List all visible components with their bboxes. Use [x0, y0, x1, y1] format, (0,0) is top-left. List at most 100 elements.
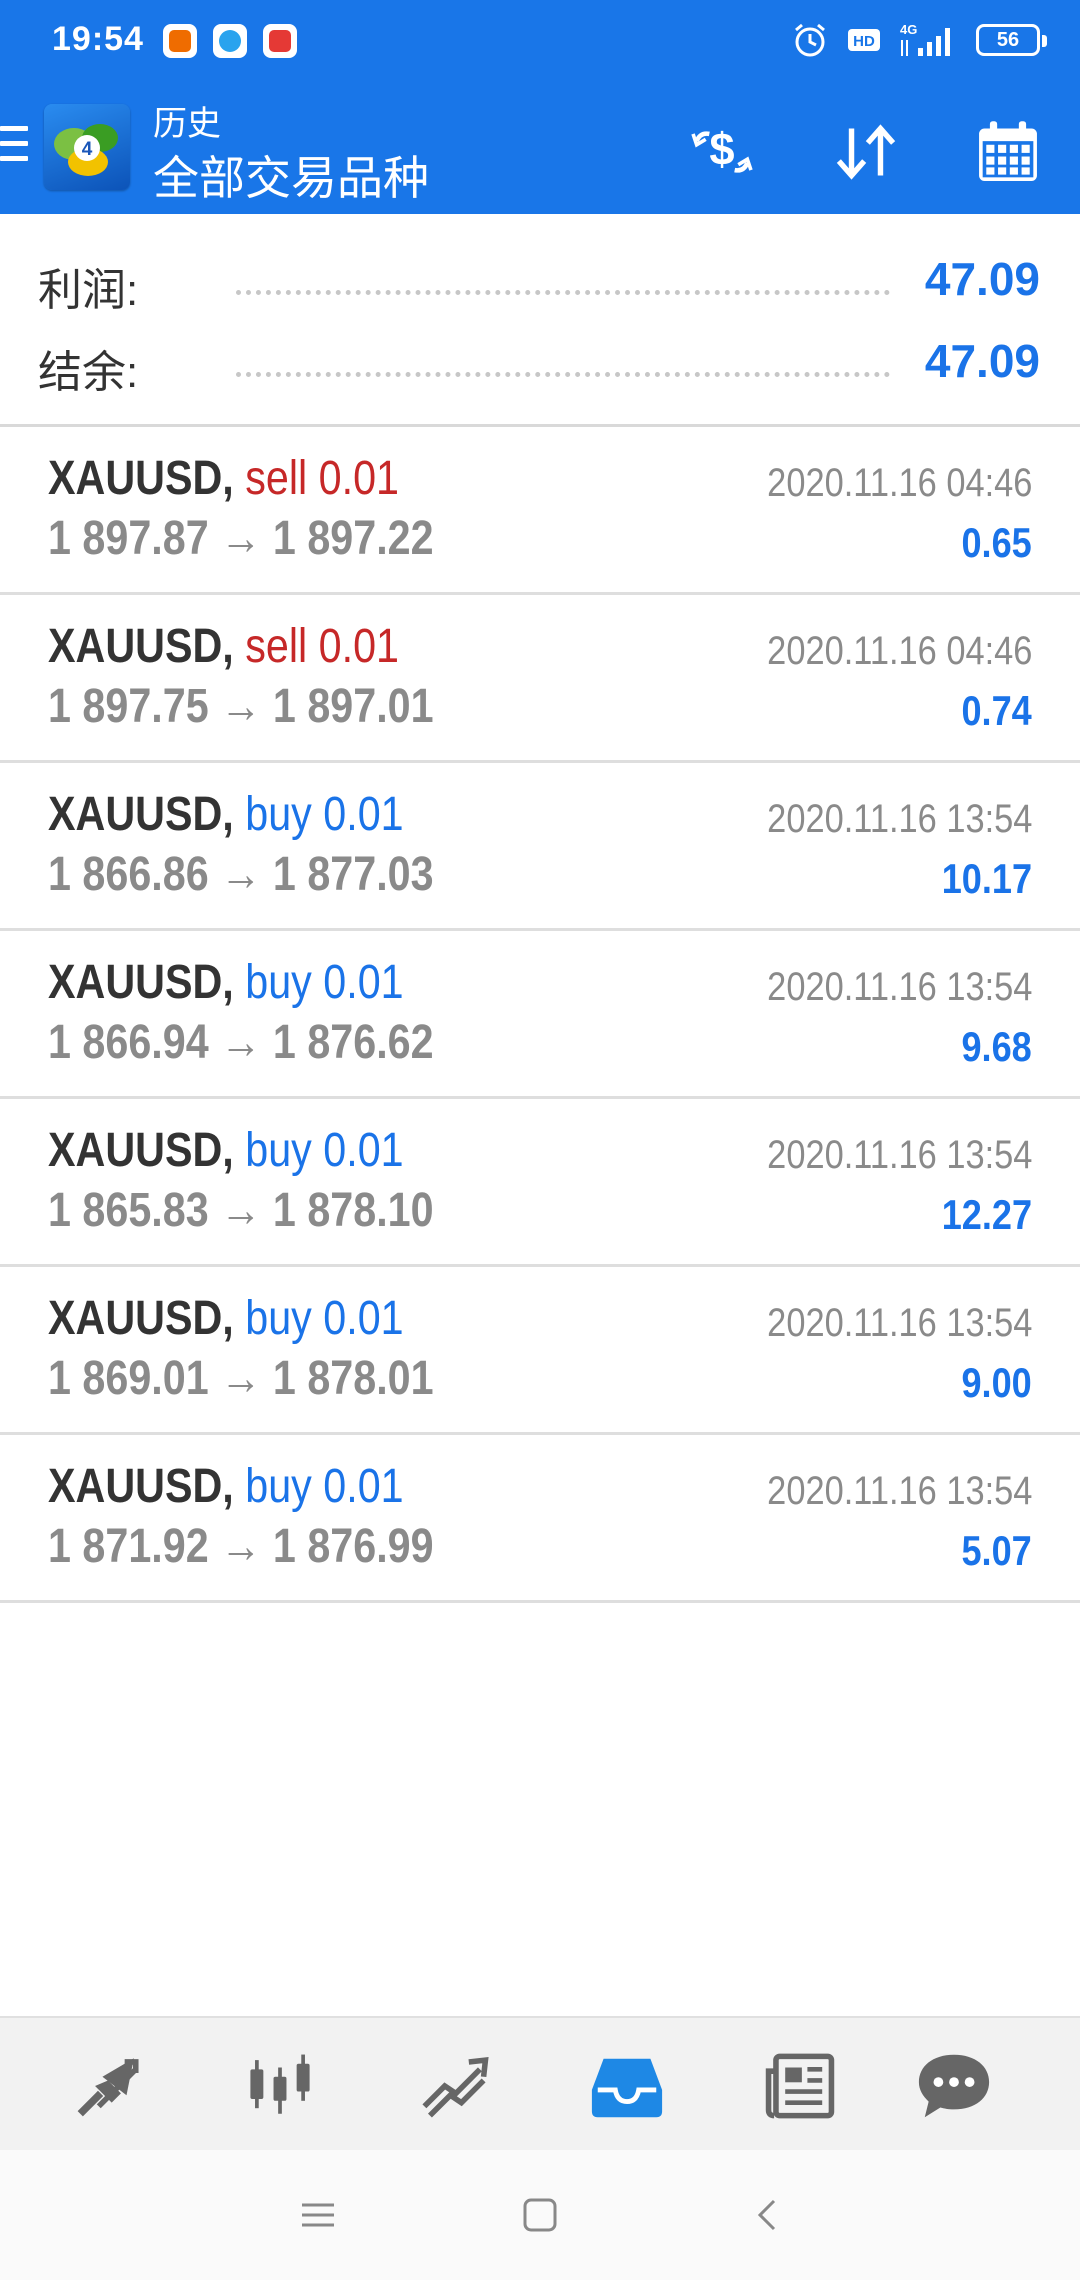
- trade-row[interactable]: XAUUSD, sell 0.01 1 897.75 → 1 897.01 20…: [0, 595, 1080, 763]
- status-bar: 19:54 HD 4G 56: [0, 0, 1080, 88]
- trade-side-volume: buy 0.01: [245, 1124, 404, 1177]
- trade-symbol: XAUUSD, sell 0.01: [48, 451, 399, 506]
- currency-icon[interactable]: $: [680, 110, 764, 194]
- close-price: 1 878.10: [272, 1184, 434, 1237]
- open-price: 1 869.01: [48, 1352, 209, 1405]
- 4g-signal-icon: 4G: [900, 22, 950, 56]
- trade-time: 2020.11.16 13:54: [766, 1469, 1032, 1513]
- symbol-text: XAUUSD,: [48, 956, 234, 1009]
- open-price: 1 897.75: [48, 680, 209, 733]
- trade-profit: 9.00: [961, 1359, 1032, 1406]
- arrow-icon: →: [220, 680, 262, 733]
- open-price: 1 871.92: [48, 1520, 209, 1573]
- trade-symbol: XAUUSD, buy 0.01: [48, 1291, 404, 1346]
- screen-title: 历史: [153, 105, 221, 143]
- summary-panel: 利润: 47.09 结余: 47.09: [0, 214, 1080, 426]
- back-icon[interactable]: [748, 2195, 788, 2235]
- trade-time: 2020.11.16 04:46: [766, 461, 1032, 505]
- trade-time: 2020.11.16 13:54: [766, 797, 1032, 841]
- trade-prices: 1 865.83 → 1 878.10: [48, 1183, 434, 1238]
- trade-time: 2020.11.16 13:54: [766, 1301, 1032, 1345]
- close-price: 1 877.03: [272, 848, 434, 901]
- news-icon[interactable]: [760, 2046, 840, 2126]
- hamburger-icon[interactable]: [0, 126, 28, 174]
- trade-row[interactable]: XAUUSD, sell 0.01 1 897.87 → 1 897.22 20…: [0, 427, 1080, 595]
- blue-app-icon: [213, 24, 247, 58]
- trade-time: 2020.11.16 04:46: [766, 629, 1032, 673]
- balance-value: 47.09: [924, 335, 1040, 387]
- svg-text:4: 4: [82, 139, 93, 160]
- metatrader-4-logo[interactable]: 4: [44, 104, 130, 190]
- balance-label: 结余:: [38, 348, 139, 397]
- trade-symbol: XAUUSD, buy 0.01: [48, 787, 404, 842]
- trade-row[interactable]: XAUUSD, buy 0.01 1 869.01 → 1 878.01 202…: [0, 1267, 1080, 1435]
- symbol-text: XAUUSD,: [48, 1460, 234, 1513]
- history-icon[interactable]: [587, 2046, 667, 2126]
- symbol-text: XAUUSD,: [48, 452, 234, 505]
- bottom-navigation: [0, 2016, 1080, 2152]
- trade-profit: 10.17: [941, 855, 1032, 902]
- symbol-text: XAUUSD,: [48, 788, 234, 841]
- symbol-text: XAUUSD,: [48, 1124, 234, 1177]
- balance-row: 结余: 47.09: [0, 324, 1080, 406]
- trade-icon[interactable]: [414, 2046, 494, 2126]
- home-icon[interactable]: [520, 2195, 560, 2235]
- trade-row[interactable]: XAUUSD, buy 0.01 1 871.92 → 1 876.99 202…: [0, 1435, 1080, 1603]
- battery-indicator: 56: [976, 24, 1047, 56]
- trade-symbol: XAUUSD, sell 0.01: [48, 619, 399, 674]
- chart-icon[interactable]: [240, 2046, 320, 2126]
- system-navigation-bar: [0, 2150, 1080, 2280]
- sogou-app-icon: [263, 24, 297, 58]
- arrow-icon: →: [220, 848, 262, 901]
- trade-side-volume: buy 0.01: [245, 1460, 404, 1513]
- symbol-text: XAUUSD,: [48, 1292, 234, 1345]
- close-price: 1 876.62: [272, 1016, 434, 1069]
- svg-text:$: $: [709, 124, 734, 175]
- profit-row: 利润: 47.09: [0, 242, 1080, 324]
- arrow-icon: →: [220, 1016, 262, 1069]
- trade-side-volume: buy 0.01: [245, 788, 404, 841]
- trade-side-volume: buy 0.01: [245, 956, 404, 1009]
- svg-text:HD: HD: [853, 33, 875, 50]
- dotted-leader: [236, 290, 890, 295]
- chat-icon[interactable]: [914, 2046, 994, 2126]
- open-price: 1 897.87: [48, 512, 209, 565]
- svg-text:4G: 4G: [900, 22, 917, 37]
- trade-profit: 5.07: [961, 1527, 1032, 1574]
- trade-symbol: XAUUSD, buy 0.01: [48, 1123, 404, 1178]
- close-price: 1 876.99: [272, 1520, 434, 1573]
- calendar-icon[interactable]: [966, 110, 1050, 194]
- trade-side-volume: sell 0.01: [245, 620, 400, 673]
- trade-time: 2020.11.16 13:54: [766, 965, 1032, 1009]
- trade-time: 2020.11.16 13:54: [766, 1133, 1032, 1177]
- recents-icon[interactable]: [298, 2195, 338, 2235]
- trade-profit: 9.68: [961, 1023, 1032, 1070]
- close-price: 1 878.01: [272, 1352, 434, 1405]
- trade-profit: 0.65: [961, 519, 1032, 566]
- trade-prices: 1 871.92 → 1 876.99: [48, 1519, 434, 1574]
- close-price: 1 897.01: [272, 680, 434, 733]
- profit-label: 利润:: [38, 266, 139, 315]
- status-time: 19:54: [52, 20, 144, 58]
- trade-profit: 0.74: [961, 687, 1032, 734]
- trade-row[interactable]: XAUUSD, buy 0.01 1 865.83 → 1 878.10 202…: [0, 1099, 1080, 1267]
- alarm-icon: [795, 23, 825, 57]
- dotted-leader: [236, 372, 890, 377]
- trade-row[interactable]: XAUUSD, buy 0.01 1 866.94 → 1 876.62 202…: [0, 931, 1080, 1099]
- arrow-icon: →: [220, 1520, 262, 1573]
- symbol-text: XAUUSD,: [48, 620, 234, 673]
- trade-prices: 1 866.86 → 1 877.03: [48, 847, 434, 902]
- hd-icon: HD: [848, 29, 880, 51]
- trade-side-volume: sell 0.01: [245, 452, 400, 505]
- profit-value: 47.09: [924, 253, 1040, 305]
- trade-prices: 1 869.01 → 1 878.01: [48, 1351, 434, 1406]
- trade-prices: 1 897.87 → 1 897.22: [48, 511, 434, 566]
- close-price: 1 897.22: [272, 512, 434, 565]
- quotes-icon[interactable]: [68, 2046, 148, 2126]
- trade-profit: 12.27: [941, 1191, 1032, 1238]
- trade-row[interactable]: XAUUSD, buy 0.01 1 866.86 → 1 877.03 202…: [0, 763, 1080, 931]
- trade-symbol: XAUUSD, buy 0.01: [48, 1459, 404, 1514]
- trade-prices: 1 866.94 → 1 876.62: [48, 1015, 434, 1070]
- sort-icon[interactable]: [824, 110, 908, 194]
- symbol-filter-title[interactable]: 全部交易品种: [153, 142, 429, 208]
